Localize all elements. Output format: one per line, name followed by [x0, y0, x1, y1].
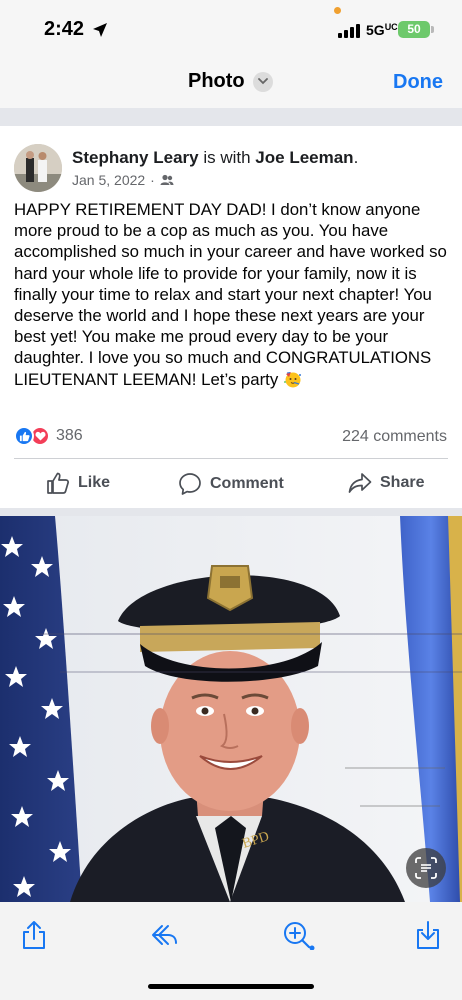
reply-icon[interactable] [150, 920, 178, 950]
post-photo[interactable]: BPD [0, 516, 462, 902]
status-bar: 2:42 5GUC 50 [0, 0, 462, 58]
friends-icon [160, 174, 174, 185]
post-date[interactable]: Jan 5, 2022 [72, 172, 145, 188]
battery-tip [431, 26, 434, 33]
action-divider [14, 458, 448, 459]
nav-header: Photo Done [0, 58, 462, 108]
share-arrow-icon [348, 473, 372, 493]
post-body-text: HAPPY RETIREMENT DAY DAD! I don’t know a… [14, 200, 447, 389]
share-icon[interactable] [20, 920, 48, 950]
partying-face-emoji-icon [283, 371, 301, 388]
done-button[interactable]: Done [393, 71, 443, 94]
post-meta: Jan 5, 2022 · [72, 172, 174, 188]
privacy-indicator [334, 7, 341, 14]
live-text-scan-button[interactable] [406, 848, 446, 888]
page-title: Photo [188, 70, 245, 92]
share-button[interactable]: Share [348, 472, 424, 494]
post-body: HAPPY RETIREMENT DAY DAD! I don’t know a… [14, 199, 450, 390]
battery-icon: 50 [398, 21, 430, 38]
with-text: is with [198, 148, 256, 167]
zoom-icon[interactable] [283, 920, 315, 950]
comment-label: Comment [210, 475, 284, 492]
location-arrow-icon [93, 23, 107, 37]
download-icon[interactable] [414, 920, 442, 950]
facebook-post: Stephany Leary is with Joe Leeman. Jan 5… [0, 126, 462, 508]
share-label: Share [380, 474, 425, 491]
comment-count-link[interactable]: 224 comments [342, 428, 447, 446]
photo-title-dropdown[interactable]: Photo [188, 70, 273, 93]
thumbs-up-icon [47, 472, 70, 494]
signal-icon [338, 24, 362, 38]
comment-button[interactable]: Comment [178, 472, 284, 496]
reactions-summary[interactable]: 386 [14, 426, 83, 446]
like-label: Like [78, 474, 111, 491]
section-divider [0, 108, 462, 126]
battery-level: 50 [407, 22, 421, 36]
network-label: 5GUC [366, 22, 398, 38]
meta-separator: · [150, 172, 155, 188]
section-divider [0, 508, 462, 516]
reaction-count: 386 [56, 427, 83, 444]
like-button[interactable]: Like [46, 472, 110, 494]
avatar[interactable] [14, 144, 62, 192]
home-indicator[interactable] [148, 984, 314, 989]
comment-bubble-icon [179, 473, 201, 495]
officer-portrait-image: BPD [0, 516, 462, 902]
status-time: 2:42 [44, 18, 85, 40]
chevron-down-icon [252, 71, 273, 92]
tagged-suffix: . [353, 148, 359, 167]
scan-text-icon [415, 857, 437, 879]
like-reaction-icon [14, 426, 34, 446]
author-name[interactable]: Stephany Leary [72, 148, 199, 167]
tagged-name[interactable]: Joe Leeman [255, 148, 353, 167]
post-author-line: Stephany Leary is with Joe Leeman. [72, 148, 358, 168]
